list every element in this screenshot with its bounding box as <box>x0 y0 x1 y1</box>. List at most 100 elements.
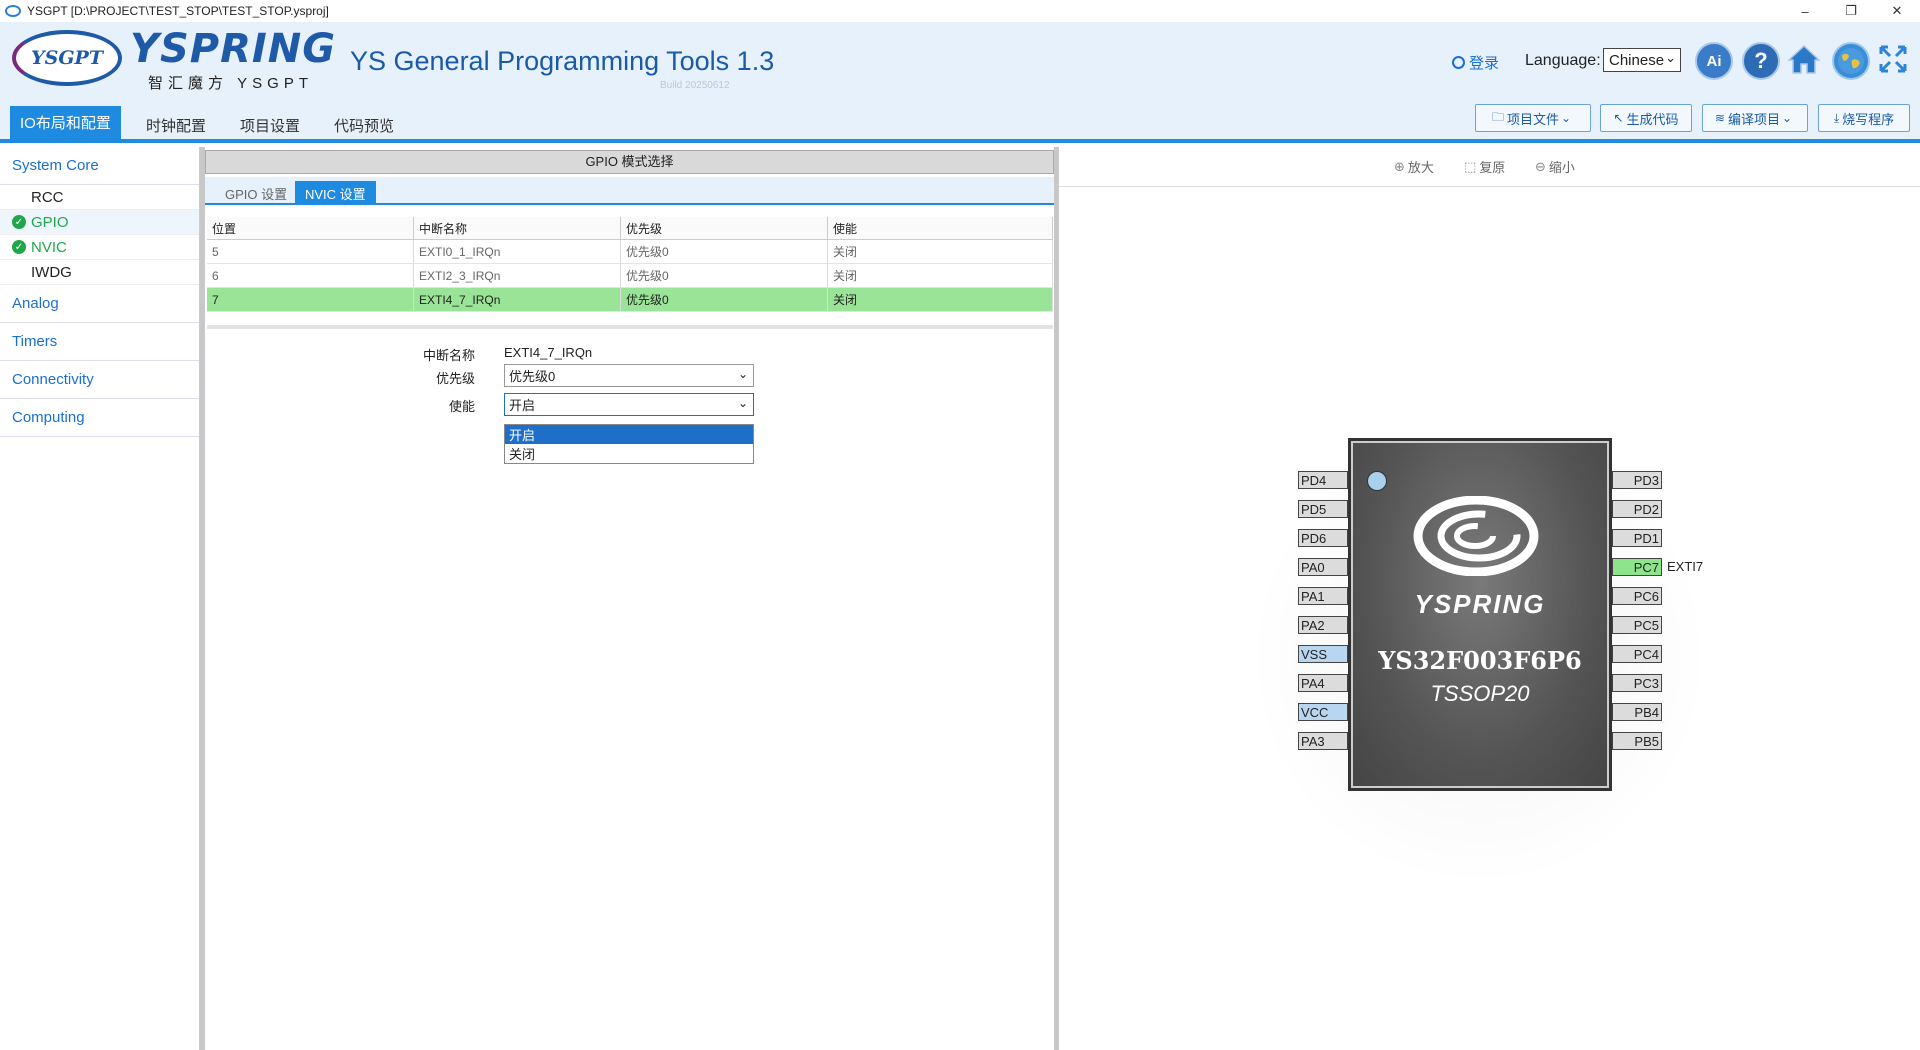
priority-select[interactable]: 优先级0 ⌄ <box>504 364 754 387</box>
zoom-toolbar: ⊕ 放大 ⬚ 复原 ⊖ 缩小 <box>1059 147 1920 187</box>
pin-pb4[interactable]: PB4 <box>1612 703 1662 721</box>
compile-project-button[interactable]: ≋ 编译项目 ⌄ <box>1702 104 1808 132</box>
pin-vcc[interactable]: VCC <box>1298 703 1348 721</box>
chip-brand: YSPRING <box>1414 589 1546 619</box>
pin-pc5[interactable]: PC5 <box>1612 616 1662 634</box>
sidebar-item-nvic[interactable]: ✓ NVIC <box>0 235 199 260</box>
sidebar-item-rcc[interactable]: RCC <box>0 185 199 210</box>
irq-name-label: 中断名称 <box>422 348 475 363</box>
pin-pc6[interactable]: PC6 <box>1612 587 1662 605</box>
tab-gpio-settings[interactable]: GPIO 设置 <box>215 181 297 205</box>
pin-pd6[interactable]: PD6 <box>1298 529 1348 547</box>
language-value: Chinese <box>1609 51 1665 69</box>
tab-io-layout[interactable]: IO布局和配置 <box>10 106 121 139</box>
pin-pd1[interactable]: PD1 <box>1612 529 1662 547</box>
column-header-enable[interactable]: 使能 <box>827 217 1053 240</box>
category-timers[interactable]: Timers <box>0 323 199 361</box>
panel-title: GPIO 模式选择 <box>205 150 1054 174</box>
zoom-in-icon: ⊕ <box>1394 158 1405 174</box>
pin-pd2[interactable]: PD2 <box>1612 500 1662 518</box>
column-header-priority[interactable]: 优先级 <box>620 217 828 240</box>
sidebar-item-label: GPIO <box>31 213 69 231</box>
window-title: YSGPT [D:\PROJECT\TEST_STOP\TEST_STOP.ys… <box>27 4 329 18</box>
mcu-chip: YSPRING YS32F003F6P6 TSSOP20 <box>1348 438 1612 791</box>
zoom-in-button[interactable]: ⊕ 放大 <box>1394 157 1434 176</box>
login-link[interactable]: 登录 <box>1452 52 1499 73</box>
restore-button[interactable]: ❐ <box>1828 0 1874 22</box>
pin-pd3[interactable]: PD3 <box>1612 471 1662 489</box>
project-file-label: 项目文件 <box>1506 111 1559 127</box>
cell-enable: 关闭 <box>827 287 1053 312</box>
layers-icon: ≋ <box>1714 111 1725 125</box>
option-enable[interactable]: 开启 <box>505 425 753 444</box>
user-icon <box>1452 56 1465 69</box>
cell-priority: 优先级0 <box>620 287 828 312</box>
pin-vss[interactable]: VSS <box>1298 645 1348 663</box>
zoom-out-button[interactable]: ⊖ 缩小 <box>1535 157 1575 176</box>
option-disable[interactable]: 关闭 <box>505 444 753 463</box>
cell-position: 6 <box>207 263 414 288</box>
pin-pc3[interactable]: PC3 <box>1612 674 1662 692</box>
help-icon[interactable]: ? <box>1742 42 1780 80</box>
chip-part-number: YS32F003F6P6 <box>1378 646 1582 675</box>
enable-dropdown-list: 开启 关闭 <box>504 424 754 464</box>
cell-position: 5 <box>207 239 414 264</box>
category-analog[interactable]: Analog <box>0 285 199 323</box>
priority-value: 优先级0 <box>509 369 556 384</box>
ai-icon[interactable]: Ai <box>1695 42 1733 80</box>
minimize-button[interactable]: – <box>1782 0 1828 22</box>
chevron-down-icon: ⌄ <box>737 367 748 381</box>
fullscreen-icon[interactable] <box>1876 42 1910 76</box>
app-header: YSGPT YSPRING 智汇魔方 YSGPT YS General Prog… <box>0 22 1920 98</box>
language-select[interactable]: Chinese ⌄ <box>1603 48 1681 72</box>
pin-pc4[interactable]: PC4 <box>1612 645 1662 663</box>
pin-pa3[interactable]: PA3 <box>1298 732 1348 750</box>
category-connectivity[interactable]: Connectivity <box>0 361 199 399</box>
cell-position: 7 <box>207 287 414 312</box>
chevron-down-icon: ⌄ <box>737 396 748 410</box>
cell-enable: 关闭 <box>827 263 1053 288</box>
tab-nvic-settings[interactable]: NVIC 设置 <box>295 181 376 205</box>
yspring-swirl-icon <box>1413 496 1539 576</box>
download-icon: ⤓ <box>1833 110 1840 125</box>
logo-text: YSGPT <box>31 47 103 69</box>
pin-pd4[interactable]: PD4 <box>1298 471 1348 489</box>
tab-project-settings[interactable]: 项目设置 <box>230 108 310 143</box>
project-file-button[interactable]: 🗀 项目文件 ⌄ <box>1475 104 1591 132</box>
reset-label: 复原 <box>1479 160 1506 175</box>
tab-code-preview[interactable]: 代码预览 <box>324 108 404 143</box>
category-computing[interactable]: Computing <box>0 399 199 437</box>
table-row-selected[interactable]: 7 EXTI4_7_IRQn 优先级0 关闭 <box>207 287 1053 312</box>
home-icon[interactable] <box>1787 42 1821 76</box>
reset-view-button[interactable]: ⬚ 复原 <box>1464 157 1505 176</box>
flash-program-button[interactable]: ⤓ 烧写程序 <box>1818 104 1910 132</box>
pin-pb5[interactable]: PB5 <box>1612 732 1662 750</box>
table-row[interactable]: 6 EXTI2_3_IRQn 优先级0 关闭 <box>207 263 1053 288</box>
table-row[interactable]: 5 EXTI0_1_IRQn 优先级0 关闭 <box>207 239 1053 264</box>
generate-code-button[interactable]: ↖ 生成代码 <box>1600 104 1692 132</box>
reset-icon: ⬚ <box>1464 158 1477 174</box>
column-header-position[interactable]: 位置 <box>207 217 414 240</box>
pin-pd5[interactable]: PD5 <box>1298 500 1348 518</box>
generate-code-label: 生成代码 <box>1626 111 1679 127</box>
column-header-irq-name[interactable]: 中断名称 <box>413 217 621 240</box>
sidebar-item-iwdg[interactable]: IWDG <box>0 260 199 285</box>
category-system-core[interactable]: System Core <box>0 147 199 185</box>
cell-priority: 优先级0 <box>620 239 828 264</box>
chevron-down-icon: ⌄ <box>1560 111 1572 125</box>
globe-icon[interactable] <box>1832 42 1870 80</box>
sidebar-item-gpio[interactable]: ✓ GPIO <box>0 210 199 235</box>
cell-irq-name: EXTI2_3_IRQn <box>413 263 621 288</box>
pin-pa2[interactable]: PA2 <box>1298 616 1348 634</box>
pin-pa4[interactable]: PA4 <box>1298 674 1348 692</box>
panel-divider[interactable] <box>207 325 1053 329</box>
gpio-config-panel: GPIO 模式选择 GPIO 设置 NVIC 设置 位置 中断名称 优先级 使能… <box>205 147 1054 1050</box>
enable-select[interactable]: 开启 ⌄ <box>504 393 754 416</box>
check-icon: ✓ <box>12 215 26 229</box>
pin-pa1[interactable]: PA1 <box>1298 587 1348 605</box>
tab-clock-config[interactable]: 时钟配置 <box>136 108 216 143</box>
config-tabs: GPIO 设置 NVIC 设置 <box>205 177 1054 205</box>
pin-pc7[interactable]: PC7 <box>1612 558 1662 576</box>
close-button[interactable]: ✕ <box>1874 0 1920 22</box>
pin-pa0[interactable]: PA0 <box>1298 558 1348 576</box>
